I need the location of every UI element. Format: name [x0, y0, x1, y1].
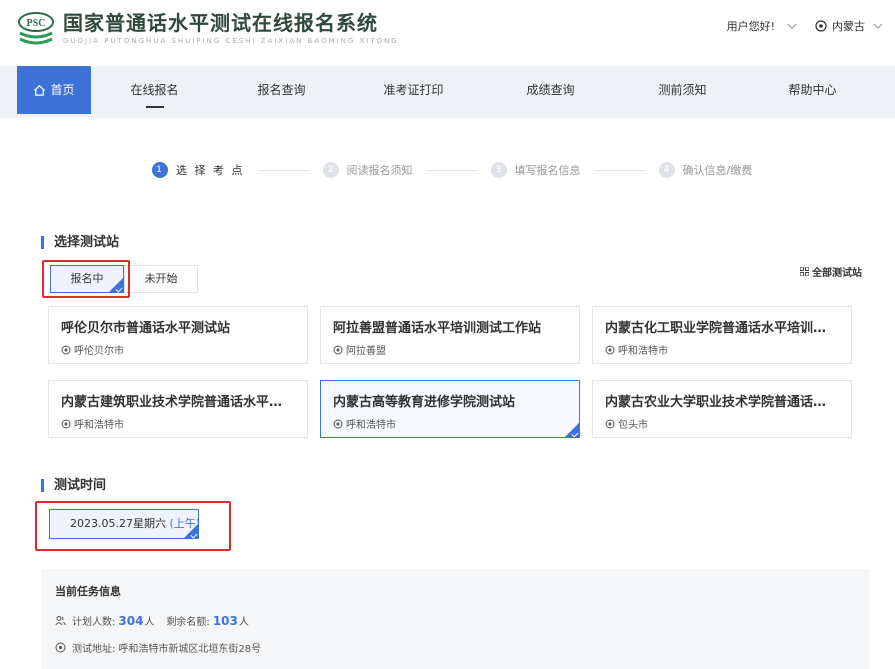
time-section-heading: 测试时间	[41, 479, 106, 492]
station-name: 内蒙古农业大学职业技术学院普通话水平培训测试站	[605, 395, 839, 410]
location-pin-icon	[333, 345, 343, 354]
planned-unit: 人	[144, 617, 155, 628]
region-selector[interactable]: 内蒙古	[832, 18, 865, 34]
station-card[interactable]: 内蒙古建筑职业技术学院普通话水平培训测试站 呼和浩特市	[48, 380, 308, 438]
grid-icon	[800, 267, 809, 276]
logo-text: PSC	[27, 18, 46, 29]
station-city: 包头市	[618, 420, 648, 431]
station-name: 内蒙古建筑职业技术学院普通话水平培训测试站	[61, 395, 295, 410]
step-divider	[594, 169, 645, 171]
station-section-heading: 选择测试站	[41, 236, 119, 249]
user-area: 用户您好! 内蒙古	[727, 18, 883, 34]
station-name: 内蒙古高等教育进修学院测试站	[333, 395, 516, 410]
station-location: 呼和浩特市	[61, 416, 295, 431]
step-read-notice: 2 阅读报名须知	[322, 162, 413, 178]
station-card[interactable]: 阿拉善盟普通话水平培训测试工作站 阿拉善盟	[320, 306, 580, 364]
header: PSC 国家普通话水平测试在线报名系统 GUOJIA PUTONGHUA SHU…	[0, 0, 895, 58]
address-label: 测试地址:	[72, 644, 116, 655]
user-greeting[interactable]: 用户您好!	[727, 18, 775, 34]
station-location: 呼和浩特市	[605, 342, 839, 357]
content-panel: 1 选 择 考 点 2 阅读报名须知 3 填写报名信息 4 确认信息/缴费 选择…	[17, 128, 879, 669]
station-name: 内蒙古化工职业学院普通话水平培训测试站	[605, 321, 839, 336]
nav-score-query[interactable]: 成绩查询	[482, 66, 619, 114]
psc-logo-icon: PSC	[18, 12, 54, 45]
site-title-block: 国家普通话水平测试在线报名系统 GUOJIA PUTONGHUA SHUIPIN…	[63, 10, 399, 46]
station-location: 包头市	[605, 416, 839, 431]
step-number: 4	[658, 162, 675, 178]
step-divider	[258, 169, 309, 171]
nav-help-center[interactable]: 帮助中心	[746, 66, 879, 114]
test-address: 呼和浩特市新城区北垣东街28号	[118, 644, 262, 655]
highlight-box-tab	[42, 260, 130, 298]
step-fill-info: 3 填写报名信息	[490, 162, 581, 178]
station-name: 呼伦贝尔市普通话水平测试站	[61, 321, 231, 336]
all-stations-label: 全部测试站	[812, 268, 862, 279]
site-title: 国家普通话水平测试在线报名系统	[63, 11, 378, 35]
tab-not-started[interactable]: 未开始	[124, 265, 198, 293]
step-label: 填写报名信息	[514, 164, 581, 177]
station-city: 呼伦贝尔市	[74, 346, 124, 357]
site-subtitle: GUOJIA PUTONGHUA SHUIPING CESHI ZAIXIAN …	[63, 37, 399, 45]
planned-label: 计划人数:	[72, 617, 116, 628]
station-card[interactable]: 内蒙古化工职业学院普通话水平培训测试站 呼和浩特市	[592, 306, 852, 364]
main-nav: 首页 在线报名 报名查询 准考证打印 成绩查询 测前须知 帮助中心	[17, 66, 879, 114]
nav-registration-query[interactable]: 报名查询	[218, 66, 345, 114]
progress-steps: 1 选 择 考 点 2 阅读报名须知 3 填写报名信息 4 确认信息/缴费	[152, 162, 752, 178]
remaining-count: 103	[212, 613, 238, 628]
location-pin-icon	[61, 419, 71, 428]
all-stations-link[interactable]: 全部测试站	[800, 264, 862, 279]
remaining-unit: 人	[238, 617, 249, 628]
location-pin-icon	[815, 20, 827, 32]
nav-home-label: 首页	[50, 83, 75, 97]
task-address-row: 测试地址: 呼和浩特市新城区北垣东街28号	[55, 640, 855, 655]
tab-label: 未开始	[144, 272, 178, 285]
location-pin-icon	[55, 642, 66, 653]
location-pin-icon	[61, 345, 71, 354]
planned-count: 304	[118, 613, 144, 628]
station-grid: 呼伦贝尔市普通话水平测试站 呼伦贝尔市 阿拉善盟普通话水平培训测试工作站 阿拉善…	[48, 306, 854, 438]
remaining-label: 剩余名额:	[166, 617, 210, 628]
location-pin-icon	[605, 345, 615, 354]
nav-online-registration[interactable]: 在线报名	[91, 66, 218, 114]
station-location: 呼伦贝尔市	[61, 342, 295, 357]
chevron-down-icon[interactable]	[787, 21, 797, 31]
nav-admission-ticket[interactable]: 准考证打印	[345, 66, 482, 114]
station-card-selected[interactable]: 内蒙古高等教育进修学院测试站 呼和浩特市	[320, 380, 580, 438]
station-name: 阿拉善盟普通话水平培训测试工作站	[333, 321, 542, 336]
step-select-site: 1 选 择 考 点	[152, 162, 245, 178]
location-pin-icon	[605, 419, 615, 428]
home-icon	[34, 84, 46, 96]
nav-bar: 首页 在线报名 报名查询 准考证打印 成绩查询 测前须知 帮助中心	[0, 66, 895, 118]
nav-home[interactable]: 首页	[17, 66, 91, 114]
station-card[interactable]: 呼伦贝尔市普通话水平测试站 呼伦贝尔市	[48, 306, 308, 364]
task-info-box: 当前任务信息 计划人数: 304 人 剩余名额: 103 人 测试地址: 呼和浩…	[41, 569, 869, 669]
station-city: 呼和浩特市	[618, 346, 668, 357]
nav-test-notes[interactable]: 测前须知	[619, 66, 746, 114]
station-city: 阿拉善盟	[346, 346, 386, 357]
station-city: 呼和浩特市	[74, 420, 124, 431]
station-location: 阿拉善盟	[333, 342, 567, 357]
station-card[interactable]: 内蒙古农业大学职业技术学院普通话水平培训测试站 包头市	[592, 380, 852, 438]
step-label: 确认信息/缴费	[682, 164, 753, 177]
station-city: 呼和浩特市	[346, 420, 396, 431]
step-divider	[426, 169, 477, 171]
people-icon	[55, 616, 66, 626]
task-quota-row: 计划人数: 304 人 剩余名额: 103 人	[55, 613, 855, 628]
step-label: 选 择 考 点	[176, 164, 245, 177]
step-number: 3	[490, 162, 507, 178]
step-confirm-pay: 4 确认信息/缴费	[658, 162, 753, 178]
task-info-title: 当前任务信息	[55, 585, 121, 598]
station-location: 呼和浩特市	[333, 416, 567, 431]
step-number: 2	[322, 162, 339, 178]
location-pin-icon	[333, 419, 343, 428]
step-label: 阅读报名须知	[346, 164, 413, 177]
highlight-box-date	[35, 501, 231, 551]
step-number: 1	[152, 162, 168, 178]
chevron-down-icon[interactable]	[873, 21, 883, 31]
